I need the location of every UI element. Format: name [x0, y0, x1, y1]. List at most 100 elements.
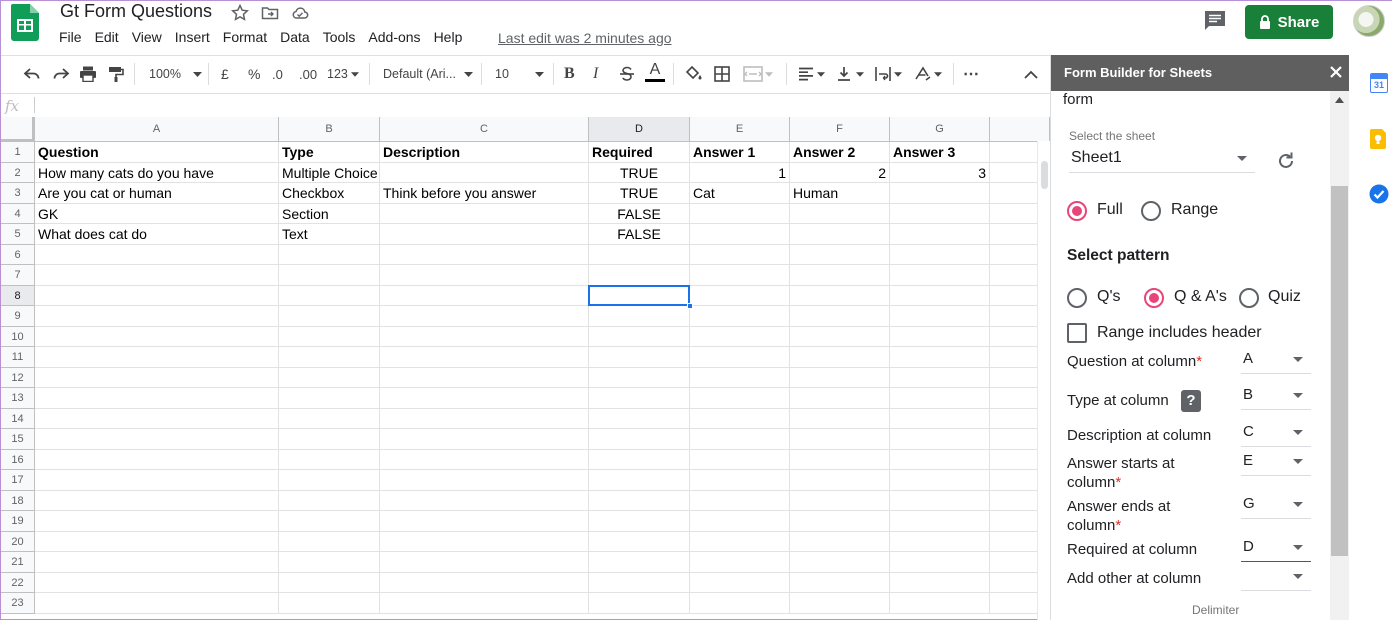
- text-color-button[interactable]: A: [645, 61, 665, 85]
- grid-cell[interactable]: [380, 449, 589, 470]
- grid-cell[interactable]: [380, 306, 589, 327]
- grid-cell[interactable]: How many cats do you have: [35, 162, 279, 183]
- undo-icon[interactable]: [23, 63, 41, 85]
- grid-cell[interactable]: [279, 449, 380, 470]
- grid-cell[interactable]: [380, 203, 589, 224]
- paint-format-icon[interactable]: [108, 63, 124, 85]
- grid-cell[interactable]: [890, 531, 990, 552]
- grid-cell[interactable]: [589, 265, 690, 286]
- redo-icon[interactable]: [52, 63, 70, 85]
- grid-cell[interactable]: [589, 408, 690, 429]
- row-header[interactable]: 16: [1, 449, 35, 470]
- column-header-g[interactable]: G: [890, 117, 990, 142]
- description-column-select[interactable]: C: [1241, 421, 1311, 447]
- menu-format[interactable]: Format: [223, 29, 267, 49]
- grid-cell[interactable]: [589, 470, 690, 491]
- grid-cell[interactable]: [380, 470, 589, 491]
- grid-cell[interactable]: [380, 244, 589, 265]
- grid-cell[interactable]: [380, 367, 589, 388]
- grid-cell[interactable]: Think before you answer: [380, 183, 589, 204]
- grid-cell[interactable]: [890, 408, 990, 429]
- grid-cell[interactable]: [35, 326, 279, 347]
- grid-cell[interactable]: [279, 388, 380, 409]
- bold-button[interactable]: B: [564, 63, 575, 85]
- grid-cell[interactable]: [279, 347, 380, 368]
- grid-cell[interactable]: [690, 429, 790, 450]
- grid-cell[interactable]: [279, 285, 380, 306]
- menu-file[interactable]: File: [59, 29, 82, 49]
- merge-cells-icon[interactable]: [743, 63, 773, 85]
- grid-cell[interactable]: [690, 408, 790, 429]
- row-header[interactable]: 5: [1, 224, 35, 245]
- grid-cell[interactable]: 3: [890, 162, 990, 183]
- menu-edit[interactable]: Edit: [95, 29, 119, 49]
- grid-cell[interactable]: [589, 367, 690, 388]
- grid-cell[interactable]: [35, 449, 279, 470]
- grid-cell[interactable]: Checkbox: [279, 183, 380, 204]
- grid-cell[interactable]: [380, 531, 589, 552]
- grid-cell[interactable]: [790, 552, 890, 573]
- column-header-d[interactable]: D: [589, 117, 690, 142]
- scope-range-radio[interactable]: [1141, 201, 1161, 221]
- grid-cell[interactable]: [380, 347, 589, 368]
- row-header[interactable]: 18: [1, 490, 35, 511]
- grid-scroll-thumb[interactable]: [1041, 161, 1048, 189]
- row-header[interactable]: 3: [1, 183, 35, 204]
- document-title[interactable]: Gt Form Questions: [60, 1, 212, 22]
- grid-cell[interactable]: [589, 429, 690, 450]
- grid-cell[interactable]: [890, 511, 990, 532]
- formula-bar[interactable]: [1, 93, 1050, 117]
- grid-cell[interactable]: [790, 326, 890, 347]
- grid-cell[interactable]: [35, 593, 279, 614]
- grid-cell[interactable]: [690, 388, 790, 409]
- grid-cell[interactable]: [380, 490, 589, 511]
- range-header-checkbox[interactable]: [1067, 323, 1087, 343]
- grid-cell[interactable]: [690, 531, 790, 552]
- answer-starts-select[interactable]: E: [1241, 450, 1311, 476]
- grid-cell[interactable]: [380, 285, 589, 306]
- grid-cell[interactable]: [589, 531, 690, 552]
- google-sheets-logo-icon[interactable]: [11, 4, 39, 41]
- grid-cell[interactable]: [790, 265, 890, 286]
- grid-cell[interactable]: [35, 244, 279, 265]
- grid-cell[interactable]: [279, 593, 380, 614]
- grid-cell[interactable]: [589, 347, 690, 368]
- calendar-icon[interactable]: 31: [1370, 73, 1388, 93]
- grid-cell[interactable]: [890, 244, 990, 265]
- grid-cell[interactable]: Required: [589, 142, 690, 163]
- grid-cell[interactable]: [279, 531, 380, 552]
- grid-cell[interactable]: [790, 388, 890, 409]
- print-icon[interactable]: [79, 63, 97, 85]
- row-header[interactable]: 23: [1, 593, 35, 614]
- select-all-corner[interactable]: [1, 117, 35, 142]
- grid-cell[interactable]: [690, 265, 790, 286]
- more-options-button[interactable]: ⋯: [963, 63, 979, 85]
- refresh-icon[interactable]: [1276, 151, 1296, 171]
- grid-cell[interactable]: [35, 490, 279, 511]
- grid-cell[interactable]: [690, 552, 790, 573]
- grid-cell[interactable]: [589, 449, 690, 470]
- grid-cell[interactable]: [790, 367, 890, 388]
- column-header-f[interactable]: F: [790, 117, 890, 142]
- grid-cell[interactable]: Answer 1: [690, 142, 790, 163]
- row-header[interactable]: 6: [1, 244, 35, 265]
- selected-cell-outline[interactable]: [588, 284, 690, 306]
- row-header[interactable]: 8: [1, 285, 35, 306]
- grid-cell[interactable]: [790, 449, 890, 470]
- row-header[interactable]: 9: [1, 306, 35, 327]
- menu-view[interactable]: View: [132, 29, 162, 49]
- grid-cell[interactable]: [380, 326, 589, 347]
- grid-cell[interactable]: [380, 572, 589, 593]
- grid-cell[interactable]: [589, 306, 690, 327]
- grid-cell[interactable]: [890, 449, 990, 470]
- keep-icon[interactable]: [1369, 129, 1389, 149]
- vertical-align-icon[interactable]: [837, 63, 864, 85]
- grid-cell[interactable]: Are you cat or human: [35, 183, 279, 204]
- grid-cell[interactable]: [279, 429, 380, 450]
- pattern-quiz-radio[interactable]: [1239, 288, 1259, 308]
- grid-cell[interactable]: [690, 326, 790, 347]
- grid-cell[interactable]: FALSE: [589, 224, 690, 245]
- grid-cell[interactable]: Multiple Choice: [279, 162, 380, 183]
- grid-cell[interactable]: [35, 388, 279, 409]
- grid-cell[interactable]: [890, 490, 990, 511]
